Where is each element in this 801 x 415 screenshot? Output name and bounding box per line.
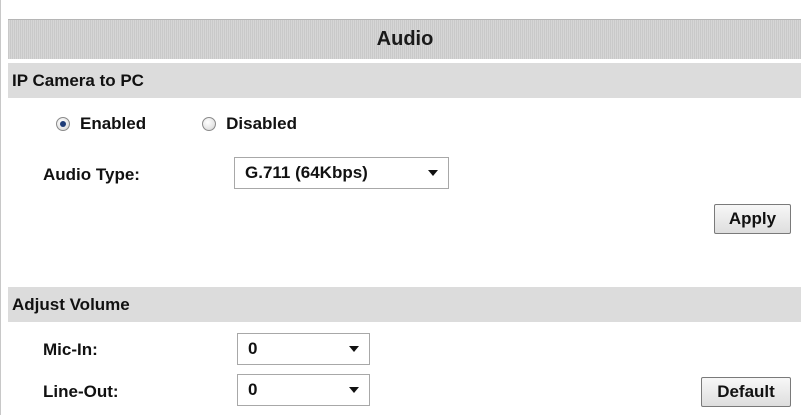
audio-type-value: G.711 (64Kbps): [245, 163, 368, 182]
page-title: Audio: [8, 19, 801, 59]
audio-enable-radio-group: Enabled Disabled: [56, 114, 297, 134]
top-divider: [1, 0, 801, 6]
audio-type-label: Audio Type:: [43, 165, 140, 184]
section-title-camera-to-pc: IP Camera to PC: [12, 70, 144, 90]
disabled-radio-label: Disabled: [226, 114, 297, 133]
line-out-select[interactable]: 0: [237, 374, 370, 406]
enabled-radio-label: Enabled: [80, 114, 147, 133]
mic-in-select[interactable]: 0: [237, 333, 370, 365]
default-button[interactable]: Default: [701, 377, 791, 407]
page-title-text: Audio: [376, 28, 434, 50]
audio-settings-panel: Audio IP Camera to PC Enabled Disabled A…: [0, 0, 801, 415]
disabled-radio-option[interactable]: Disabled: [202, 114, 297, 134]
line-out-value: 0: [248, 380, 258, 399]
audio-type-select[interactable]: G.711 (64Kbps): [234, 157, 449, 189]
chevron-down-icon: [349, 346, 359, 352]
enabled-radio-option[interactable]: Enabled: [56, 114, 146, 134]
mic-in-value: 0: [248, 339, 258, 358]
section-title-adjust-volume: Adjust Volume: [12, 294, 130, 314]
enabled-radio[interactable]: [56, 117, 70, 131]
chevron-down-icon: [428, 170, 438, 176]
chevron-down-icon: [349, 387, 359, 393]
disabled-radio[interactable]: [202, 117, 217, 131]
section-header-adjust-volume: Adjust Volume: [8, 287, 801, 322]
line-out-label: Line-Out:: [43, 382, 119, 401]
apply-button[interactable]: Apply: [714, 204, 791, 234]
mic-in-label: Mic-In:: [43, 340, 98, 359]
section-header-camera-to-pc: IP Camera to PC: [8, 63, 801, 98]
